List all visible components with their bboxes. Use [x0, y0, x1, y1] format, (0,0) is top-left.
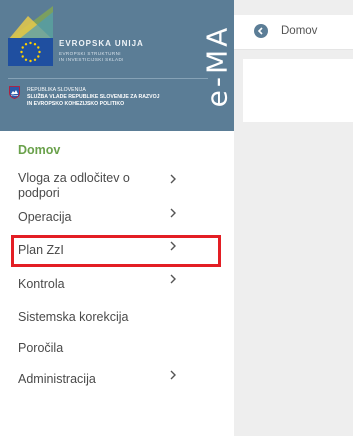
sidebar-item-label: Domov [18, 143, 61, 157]
sidebar-item-kontrola[interactable]: Kontrola [0, 274, 234, 292]
breadcrumb[interactable]: Domov [281, 25, 317, 37]
sidebar-item-vloga[interactable]: Vloga za odločitev o podpori [0, 171, 234, 201]
chevron-right-icon [170, 274, 176, 284]
gov-line-2: SLUŽBA VLADE REPUBLIKE SLOVENIJE ZA RAZV… [27, 94, 160, 100]
sidebar-item-domov[interactable]: Domov [0, 143, 234, 158]
sidebar-item-label: Sistemska korekcija [18, 310, 129, 324]
eu-subtitle-2: IN INVESTICIJSKI SKLADI [59, 57, 124, 62]
sidebar-item-plan-zzi[interactable]: Plan ZzI [0, 241, 234, 258]
ema-logo[interactable]: e-MA [200, 6, 234, 126]
sidebar-item-porocila[interactable]: Poročila [0, 341, 234, 356]
gov-line-1: REPUBLIKA SLOVENIJA [27, 87, 86, 93]
chevron-right-icon [170, 241, 176, 251]
sidebar-item-label: Administracija [18, 372, 96, 386]
back-button[interactable] [254, 24, 268, 38]
main-content: Domov [234, 0, 353, 436]
brand-divider [8, 78, 208, 79]
sidebar-item-operacija[interactable]: Operacija [0, 208, 234, 225]
eu-flag-icon [8, 38, 53, 66]
gov-line-3: IN EVROPSKO KOHEZIJSKO POLITIKO [27, 101, 125, 107]
chevron-right-icon [170, 370, 176, 380]
sidebar-item-label-line-2: podpori [18, 186, 60, 200]
chevron-right-icon [170, 208, 176, 218]
eu-decoration-graphic [8, 6, 53, 40]
breadcrumb-bar: Domov [234, 15, 353, 50]
slovenia-coat-of-arms-icon [9, 86, 20, 99]
eu-title: EVROPSKA UNIJA [59, 39, 144, 48]
ema-logo-text: e-MA [200, 24, 234, 108]
sidebar-item-administracija[interactable]: Administracija [0, 370, 234, 387]
sidebar-item-label: Kontrola [18, 277, 65, 291]
content-panel [243, 59, 353, 122]
eu-subtitle-1: EVROPSKI STRUKTURNI [59, 51, 121, 56]
sidebar: EVROPSKA UNIJA EVROPSKI STRUKTURNI IN IN… [0, 0, 234, 436]
circle-arrow-left-icon [257, 27, 263, 35]
sidebar-item-label: Operacija [18, 210, 72, 224]
app-window: EVROPSKA UNIJA EVROPSKI STRUKTURNI IN IN… [0, 0, 353, 436]
sidebar-item-label: Vloga za odločitev o [18, 171, 130, 185]
sidebar-item-sistemska-korekcija[interactable]: Sistemska korekcija [0, 310, 234, 325]
sidebar-item-label: Plan ZzI [18, 243, 64, 257]
chevron-right-icon [170, 174, 176, 184]
brand-header: EVROPSKA UNIJA EVROPSKI STRUKTURNI IN IN… [0, 0, 234, 131]
sidebar-item-label: Poročila [18, 341, 64, 355]
